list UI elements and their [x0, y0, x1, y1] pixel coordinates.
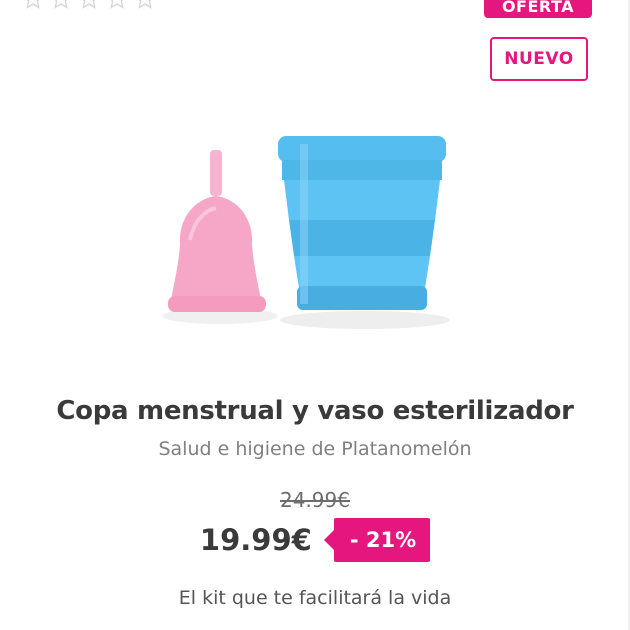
product-tagline: El kit que te facilitará la vida [178, 587, 452, 609]
product-image[interactable] [150, 120, 480, 350]
new-badge: NUEVO [490, 37, 588, 81]
star-icon [54, 0, 68, 9]
menstrual-cup-icon [168, 150, 266, 312]
old-price: 24.99€ [280, 488, 350, 512]
product-card[interactable]: OFERTA NUEVO Copa menstrual y vaso ester… [0, 0, 630, 630]
star-icon [110, 0, 124, 9]
current-price: 19.99€ [199, 523, 312, 557]
sterilizer-cup-icon [278, 136, 446, 310]
offer-badge: OFERTA [484, 0, 592, 18]
product-title[interactable]: Copa menstrual y vaso esterilizador [0, 396, 630, 426]
price-row: 19.99€ - 21% [0, 518, 630, 562]
star-icon [138, 0, 152, 9]
discount-badge: - 21% [323, 518, 431, 562]
star-icon [82, 0, 96, 9]
product-subtitle: Salud e higiene de Platanomelón [158, 438, 472, 460]
rating-stars [22, 0, 156, 10]
star-icon [26, 0, 40, 9]
